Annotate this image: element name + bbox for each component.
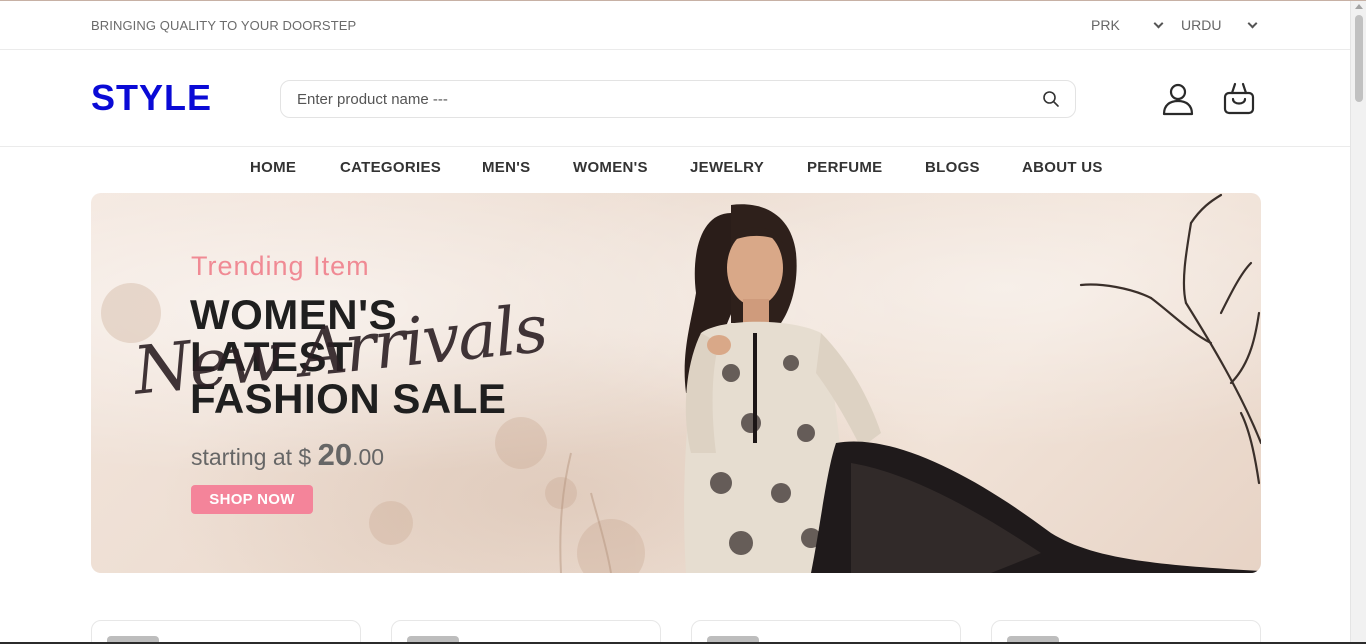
page: BRINGING QUALITY TO YOUR DOORSTEP PRK UR… (0, 0, 1366, 644)
main-nav: HOME CATEGORIES MEN'S WOMEN'S JEWELRY PE… (0, 159, 1350, 181)
banner-price: starting at $ 20.00 (191, 437, 384, 473)
nav-perfume[interactable]: PERFUME (807, 159, 882, 176)
search-icon (1043, 91, 1059, 107)
nav-jewelry[interactable]: JEWELRY (690, 159, 764, 176)
nav-womens[interactable]: WOMEN'S (573, 159, 648, 176)
product-card[interactable] (391, 620, 661, 644)
banner-subtitle: Trending Item (191, 251, 370, 281)
search-button[interactable] (1041, 90, 1061, 110)
search-input[interactable] (282, 82, 1022, 116)
product-card[interactable] (991, 620, 1261, 644)
chevron-down-icon (1153, 18, 1164, 29)
product-card[interactable] (91, 620, 361, 644)
price-whole: 20 (317, 437, 353, 472)
price-prefix: starting at $ (191, 444, 312, 470)
cart-button[interactable] (1221, 81, 1257, 117)
nav-categories[interactable]: CATEGORIES (340, 159, 441, 176)
account-button[interactable] (1160, 81, 1196, 117)
nav-blogs[interactable]: BLOGS (925, 159, 980, 176)
header: STYLE (0, 51, 1350, 147)
nav-about-us[interactable]: ABOUT US (1022, 159, 1103, 176)
page-scrollbar[interactable] (1350, 1, 1366, 644)
site-logo[interactable]: STYLE (91, 78, 212, 118)
product-card[interactable] (691, 620, 961, 644)
currency-value: PRK (1091, 17, 1120, 33)
tagline: BRINGING QUALITY TO YOUR DOORSTEP (91, 18, 357, 33)
user-icon (1162, 83, 1194, 116)
chevron-down-icon (1247, 18, 1258, 29)
scroll-up-arrow-icon[interactable] (1355, 4, 1363, 9)
currency-select[interactable]: PRK (1091, 17, 1165, 35)
price-cents: .00 (352, 444, 385, 470)
language-value: URDU (1181, 17, 1222, 33)
shopping-bag-icon (1223, 82, 1255, 115)
shop-now-button[interactable]: SHOP NOW (191, 485, 313, 514)
nav-mens[interactable]: MEN'S (482, 159, 530, 176)
language-select[interactable]: URDU (1181, 17, 1259, 35)
hero-banner: Trending Item WOMEN'S LATEST FASHION SAL… (91, 193, 1261, 573)
search-box (280, 80, 1076, 118)
top-bar: BRINGING QUALITY TO YOUR DOORSTEP PRK UR… (0, 1, 1350, 50)
scrollbar-thumb[interactable] (1355, 15, 1363, 102)
nav-home[interactable]: HOME (250, 159, 296, 176)
